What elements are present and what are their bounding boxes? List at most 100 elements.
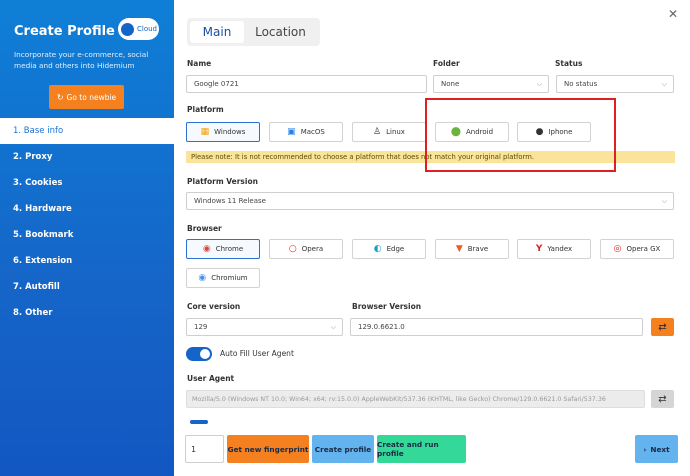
chromium-icon: ◉ <box>198 273 207 283</box>
core-version-value: 129 <box>194 323 208 331</box>
sidebar-item-extension[interactable]: 6. Extension <box>0 248 174 274</box>
tab-bar: Main Location <box>187 18 320 46</box>
user-agent-value: Mozilla/5.0 (Windows NT 10.0; Win64; x64… <box>192 395 606 403</box>
sidebar-item-hardware[interactable]: 4. Hardware <box>0 196 174 222</box>
macos-icon: ▣ <box>287 127 296 137</box>
name-value: Google 0721 <box>194 80 239 88</box>
chevron-right-icon: › <box>643 444 647 454</box>
cloud-label: Cloud <box>137 25 157 33</box>
browser-chromium-label: Chromium <box>211 274 248 282</box>
auto-fill-toggle-knob <box>200 349 210 359</box>
platform-version-label: Platform Version <box>187 177 258 186</box>
platform-windows-button[interactable]: ▦ Windows <box>186 122 260 142</box>
create-and-run-profile-label: Create and run profile <box>377 440 439 458</box>
browser-opera-gx-button[interactable]: ◎ Opera GX <box>600 239 674 259</box>
chevron-down-icon: ⌵ <box>536 80 542 88</box>
name-label: Name <box>187 59 212 68</box>
folder-label: Folder <box>433 59 460 68</box>
quantity-input[interactable]: 1 <box>185 435 224 463</box>
browser-chromium-button[interactable]: ◉ Chromium <box>186 268 260 288</box>
edge-icon: ◐ <box>373 244 382 254</box>
sidebar-item-bookmark[interactable]: 5. Bookmark <box>0 222 174 248</box>
core-version-select[interactable]: 129 ⌵ <box>186 318 343 336</box>
browser-opera-button[interactable]: ○ Opera <box>269 239 343 259</box>
platform-label: Platform <box>187 105 224 114</box>
auto-fill-label: Auto Fill User Agent <box>220 349 294 358</box>
sidebar-item-proxy[interactable]: 2. Proxy <box>0 144 174 170</box>
user-agent-label: User Agent <box>187 374 235 383</box>
go-to-newbie-button[interactable]: ↻ Go to newbie <box>49 85 124 109</box>
core-version-label: Core version <box>187 302 241 311</box>
quantity-value: 1 <box>191 444 197 454</box>
auto-fill-toggle[interactable] <box>186 347 212 361</box>
linux-icon: ♙ <box>373 127 382 137</box>
create-profile-button[interactable]: Create profile <box>312 435 374 463</box>
next-label: Next <box>650 444 670 454</box>
next-button[interactable]: › Next <box>635 435 678 463</box>
sidebar: Create Profile Cloud Incorporate your e-… <box>0 0 174 476</box>
opera-gx-icon: ◎ <box>613 244 622 254</box>
status-select[interactable]: No status ⌵ <box>556 75 674 93</box>
windows-icon: ▦ <box>200 127 210 137</box>
platform-version-select[interactable]: Windows 11 Release ⌵ <box>186 192 674 210</box>
shuffle-icon: ⇄ <box>658 393 667 405</box>
tab-location[interactable]: Location <box>244 21 317 43</box>
browser-opera-gx-label: Opera GX <box>626 245 661 253</box>
browser-chrome-button[interactable]: ◉ Chrome <box>186 239 260 259</box>
get-new-fingerprint-button[interactable]: Get new fingerprint <box>227 435 309 463</box>
folder-value: None <box>441 80 460 88</box>
browser-opera-label: Opera <box>301 245 324 253</box>
chrome-icon: ◉ <box>202 244 211 254</box>
status-label: Status <box>555 59 583 68</box>
shuffle-browser-version-button[interactable]: ⇄ <box>651 318 674 336</box>
opera-icon: ○ <box>288 244 297 254</box>
cloud-toggle[interactable]: Cloud <box>118 18 159 40</box>
create-profile-label: Create profile <box>314 444 372 454</box>
highlight-box <box>425 98 616 172</box>
browser-edge-button[interactable]: ◐ Edge <box>352 239 426 259</box>
partial-toggle <box>190 420 208 424</box>
chevron-down-icon: ⌵ <box>661 197 667 205</box>
sidebar-item-base-info[interactable]: 1. Base info <box>0 118 174 144</box>
sidebar-description: Incorporate your e-commerce, social medi… <box>14 50 149 70</box>
main-panel: ✕ Main Location Name Google 0721 Folder … <box>174 0 690 476</box>
footer-bar: 1 Get new fingerprint Create profile Cre… <box>174 425 690 476</box>
browser-chrome-label: Chrome <box>215 245 244 253</box>
browser-brave-label: Brave <box>467 245 489 253</box>
browser-version-value: 129.0.6621.0 <box>358 323 405 331</box>
folder-select[interactable]: None ⌵ <box>433 75 549 93</box>
browser-yandex-button[interactable]: Y Yandex <box>517 239 591 259</box>
name-input[interactable]: Google 0721 <box>186 75 427 93</box>
sidebar-item-autofill[interactable]: 7. Autofill <box>0 274 174 300</box>
chevron-down-icon: ⌵ <box>330 323 336 331</box>
cloud-toggle-knob <box>121 22 134 36</box>
browser-version-label: Browser Version <box>352 302 422 311</box>
platform-macos-label: MacOS <box>300 128 325 136</box>
browser-label: Browser <box>187 224 222 233</box>
platform-version-value: Windows 11 Release <box>194 197 266 205</box>
shuffle-user-agent-button[interactable]: ⇄ <box>651 390 674 408</box>
brave-icon: ▼ <box>455 244 463 254</box>
platform-linux-button[interactable]: ♙ Linux <box>352 122 426 142</box>
browser-yandex-label: Yandex <box>547 245 573 253</box>
get-new-fingerprint-label: Get new fingerprint <box>227 444 309 454</box>
sidebar-item-cookies[interactable]: 3. Cookies <box>0 170 174 196</box>
user-agent-input[interactable]: Mozilla/5.0 (Windows NT 10.0; Win64; x64… <box>186 390 645 408</box>
browser-brave-button[interactable]: ▼ Brave <box>435 239 509 259</box>
browser-version-input[interactable]: 129.0.6621.0 <box>350 318 643 336</box>
go-to-newbie-label: Go to newbie <box>66 92 117 102</box>
browser-edge-label: Edge <box>386 245 405 253</box>
close-icon[interactable]: ✕ <box>668 7 678 21</box>
rocket-icon: ↻ <box>56 92 64 102</box>
tab-main[interactable]: Main <box>190 21 244 43</box>
chevron-down-icon: ⌵ <box>661 80 667 88</box>
sidebar-title: Create Profile <box>14 24 115 39</box>
sidebar-item-other[interactable]: 8. Other <box>0 300 174 326</box>
platform-windows-label: Windows <box>214 128 246 136</box>
status-value: No status <box>564 80 598 88</box>
yandex-icon: Y <box>535 244 543 254</box>
platform-macos-button[interactable]: ▣ MacOS <box>269 122 343 142</box>
shuffle-icon: ⇄ <box>658 321 667 333</box>
create-and-run-profile-button[interactable]: Create and run profile <box>377 435 466 463</box>
platform-linux-label: Linux <box>386 128 405 136</box>
